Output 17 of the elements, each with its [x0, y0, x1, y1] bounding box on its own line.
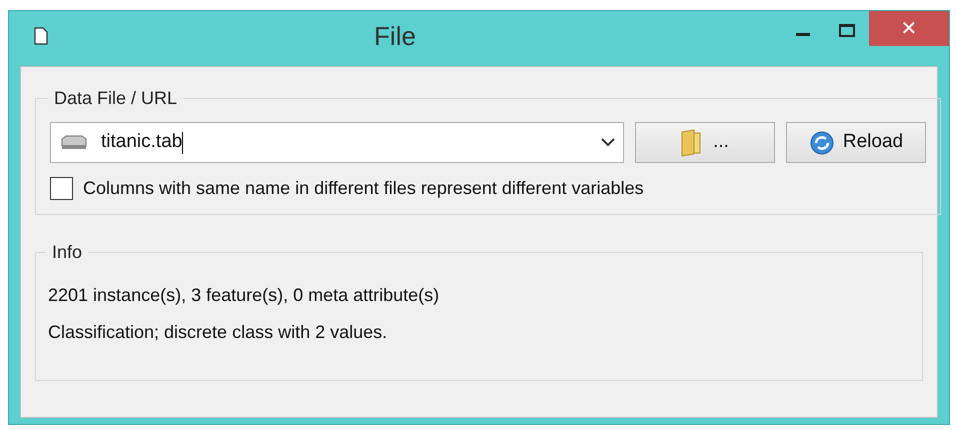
reload-button[interactable]: Reload [786, 122, 926, 163]
folder-icon [681, 128, 702, 156]
close-button[interactable]: ✕ [869, 11, 949, 46]
group-title: Info [51, 241, 84, 264]
group-title: Data File / URL [53, 87, 178, 110]
document-icon [34, 27, 48, 45]
info-text: 2201 instance(s), 3 feature(s), 0 meta attribute(s) [48, 284, 440, 307]
drive-icon [59, 134, 89, 150]
browse-button[interactable]: ... [635, 122, 775, 163]
window-title: File [374, 23, 416, 49]
file-path: titanic.tab [101, 130, 182, 154]
checkbox-label: Columns with same name in different files represent different variables [83, 177, 644, 200]
file-combo-box[interactable]: titanic.tab [50, 122, 624, 163]
refresh-icon [808, 130, 835, 156]
chevron-down-icon [601, 138, 615, 147]
info-text: Classification; discrete class with 2 values. [48, 321, 388, 344]
checkbox[interactable] [50, 177, 73, 200]
